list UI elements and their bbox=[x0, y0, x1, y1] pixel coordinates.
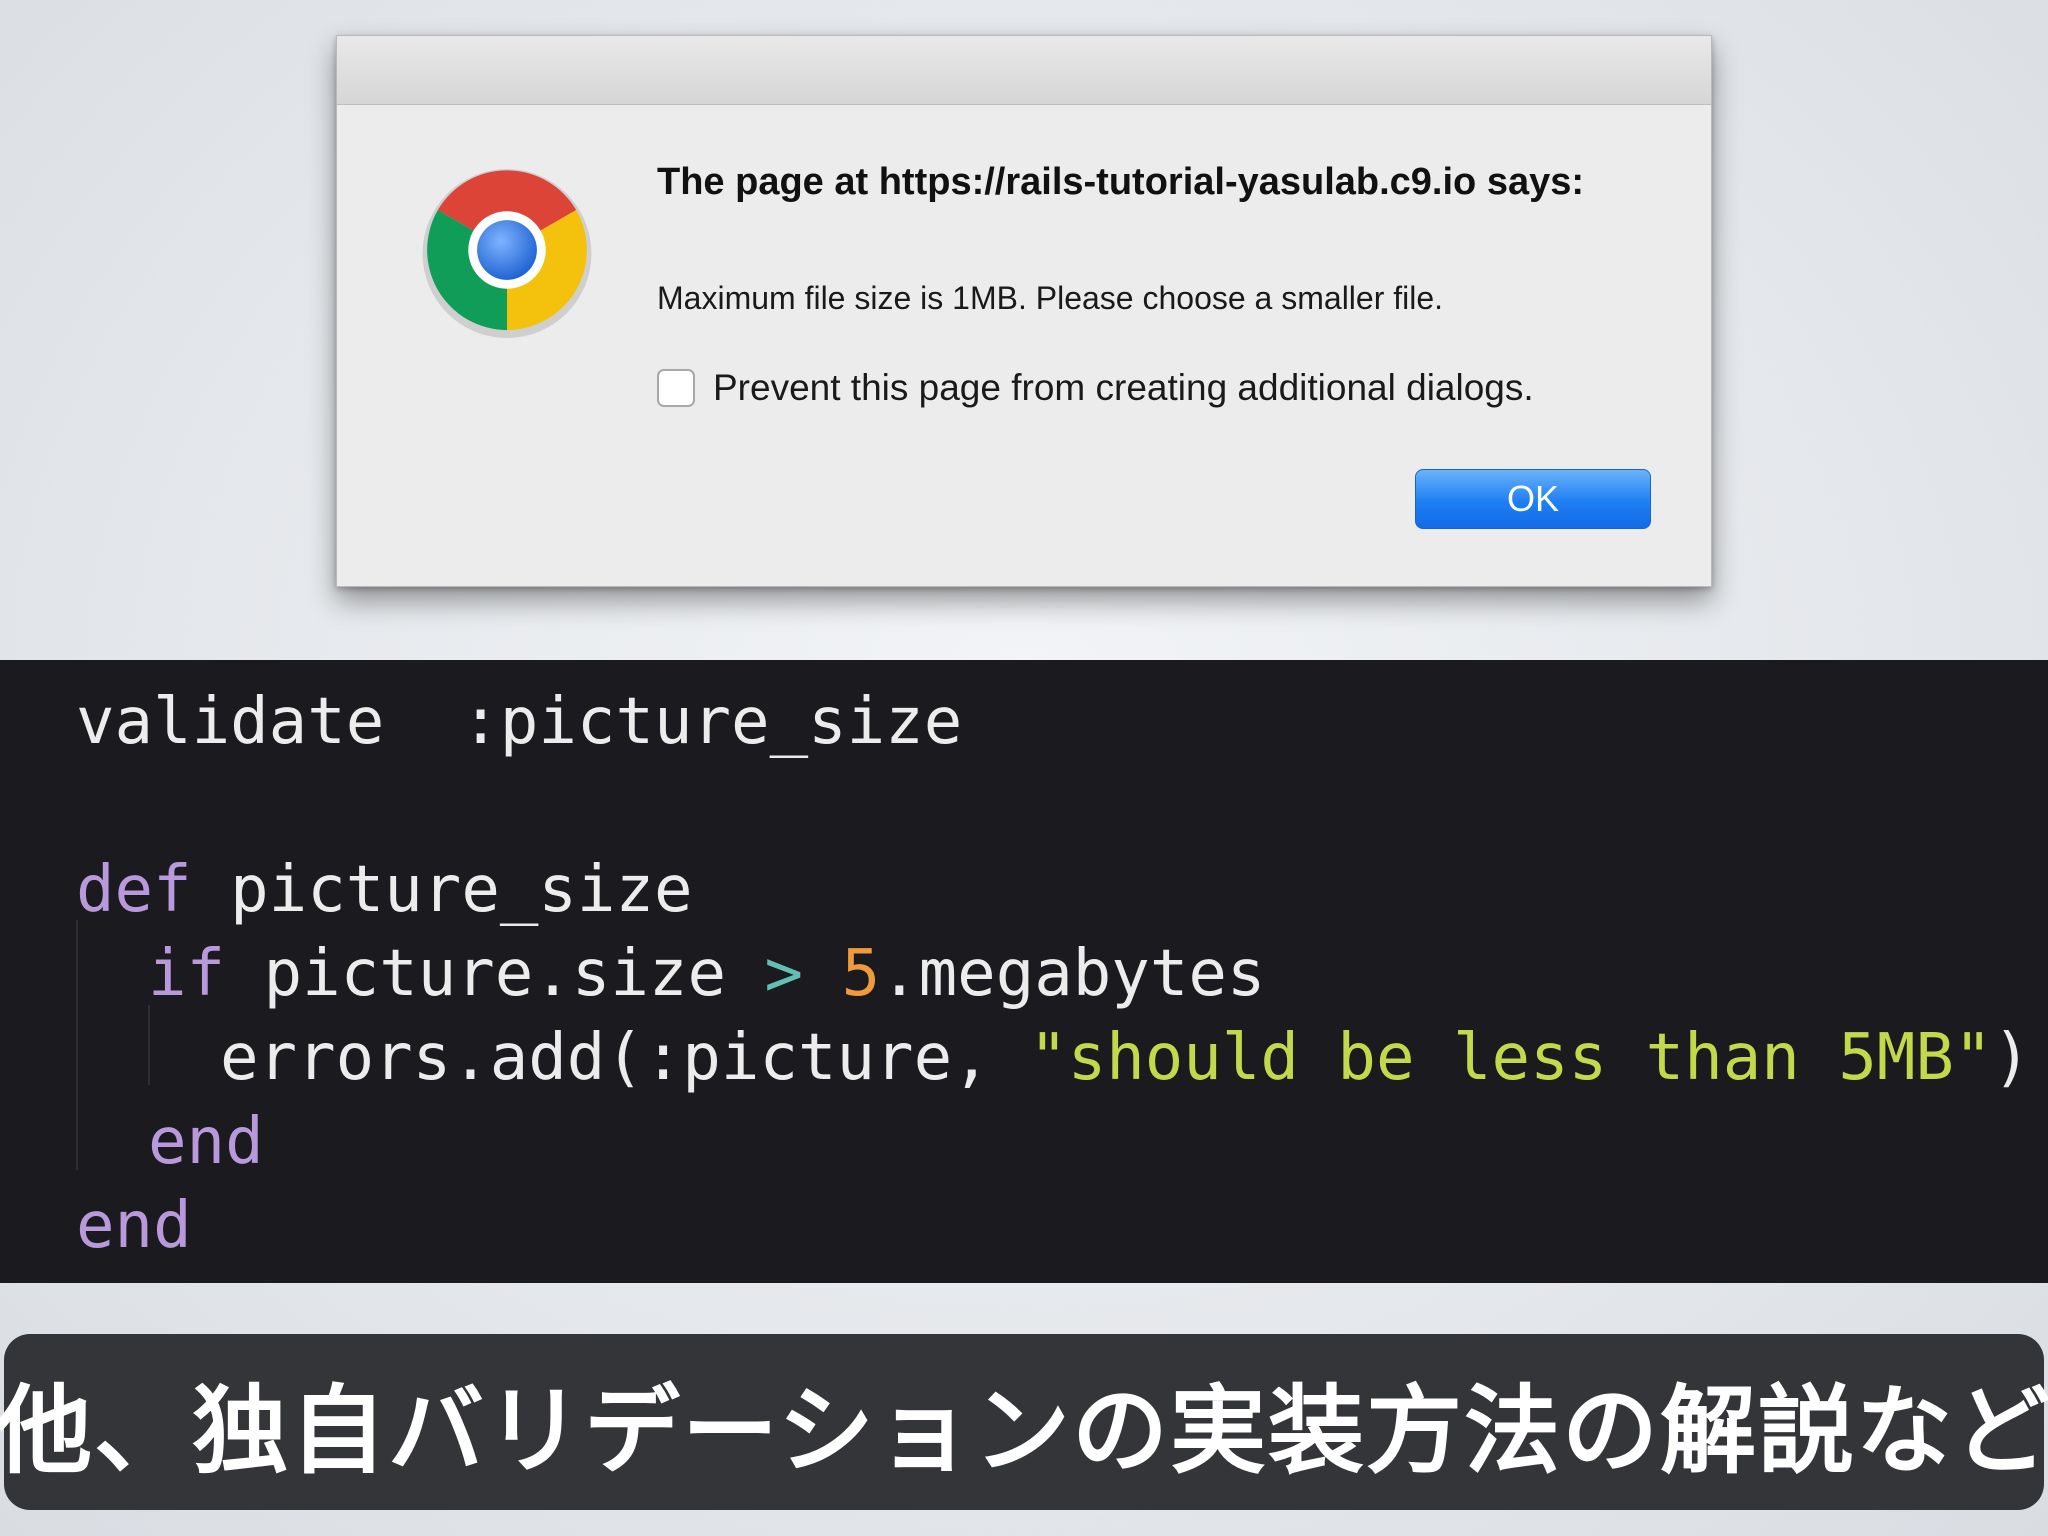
alert-dialog: The page at https://rails-tutorial-yasul… bbox=[336, 35, 1712, 587]
code-keyword: end bbox=[76, 1189, 192, 1263]
code-line: end bbox=[148, 1102, 264, 1182]
code-number: 5 bbox=[841, 937, 881, 1011]
code-line: validate :picture_size bbox=[76, 682, 962, 762]
code-keyword: end bbox=[148, 1105, 264, 1179]
code-keyword: if bbox=[148, 937, 226, 1011]
caption-text: 他、独自バリデーションの実装方法の解説など bbox=[0, 1373, 2048, 1487]
code-keyword: def bbox=[76, 853, 192, 927]
code-panel: validate :picture_size def picture_size … bbox=[0, 660, 2048, 1283]
code-line: end bbox=[76, 1186, 192, 1266]
code-line: def picture_size bbox=[76, 850, 693, 930]
code-method: validate bbox=[76, 685, 385, 759]
code-paren: ) bbox=[1992, 1021, 2031, 1095]
code-method-name: picture_size bbox=[230, 853, 693, 927]
code-line: errors.add(:picture, "should be less tha… bbox=[220, 1018, 2031, 1098]
code-string: "should be less than 5MB" bbox=[1029, 1021, 1993, 1095]
dialog-message: Maximum file size is 1MB. Please choose … bbox=[657, 280, 1444, 316]
chrome-logo-icon bbox=[419, 162, 595, 338]
code-call: errors.add(:picture, bbox=[220, 1021, 1030, 1095]
prevent-dialogs-label[interactable]: Prevent this page from creating addition… bbox=[713, 367, 1534, 409]
dialog-titlebar[interactable] bbox=[337, 36, 1711, 105]
code-symbol: :picture_size bbox=[461, 685, 963, 759]
dialog-heading: The page at https://rails-tutorial-yasul… bbox=[657, 161, 1585, 203]
code-operator: > bbox=[764, 937, 804, 1011]
ok-button[interactable]: OK bbox=[1415, 469, 1651, 529]
code-call: .megabytes bbox=[880, 937, 1266, 1011]
caption-bar: 他、独自バリデーションの実装方法の解説など bbox=[0, 1334, 2048, 1510]
prevent-dialogs-option[interactable]: Prevent this page from creating addition… bbox=[657, 363, 1534, 413]
indent-guide bbox=[148, 1005, 150, 1085]
code-line: if picture.size > 5.megabytes bbox=[148, 934, 1265, 1014]
code-expression: picture.size bbox=[263, 937, 726, 1011]
indent-guide bbox=[76, 920, 78, 1170]
prevent-dialogs-checkbox[interactable] bbox=[657, 369, 695, 407]
